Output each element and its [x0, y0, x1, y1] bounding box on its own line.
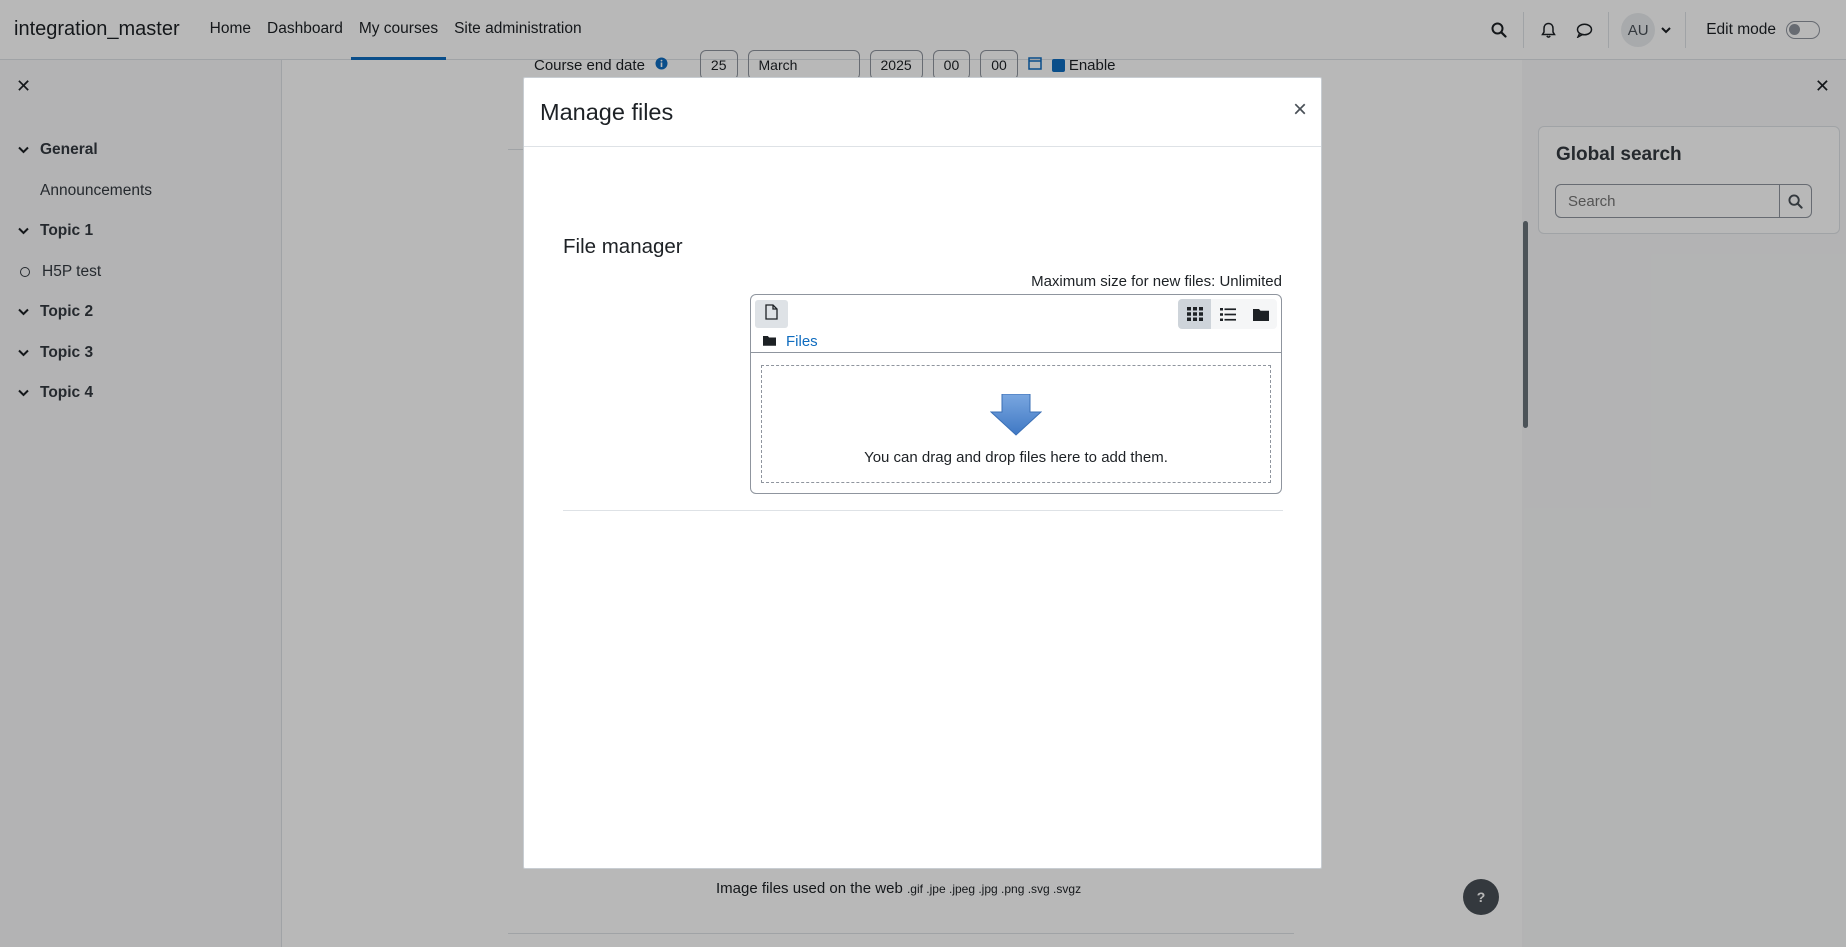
list-view-icon[interactable] — [1211, 299, 1244, 329]
max-size-note: Maximum size for new files: Unlimited — [1031, 273, 1282, 290]
folder-icon — [763, 333, 776, 350]
file-manager: Files You can drag and drop files here t… — [750, 294, 1282, 494]
modal-title: Manage files — [540, 98, 674, 125]
form-divider — [563, 510, 1283, 511]
file-icon — [765, 303, 778, 325]
modal-header: Manage files × — [524, 78, 1321, 147]
grid-view-icon[interactable] — [1178, 299, 1211, 329]
close-icon[interactable]: × — [1293, 98, 1307, 122]
drop-zone[interactable]: You can drag and drop files here to add … — [761, 365, 1271, 483]
tree-view-folder-icon[interactable] — [1244, 299, 1277, 329]
view-mode-toggle — [1178, 299, 1277, 329]
file-manager-toolbar: Files — [751, 295, 1281, 353]
path-files-link[interactable]: Files — [786, 333, 818, 350]
drop-arrow-icon — [989, 393, 1043, 441]
drop-zone-text: You can drag and drop files here to add … — [864, 449, 1168, 466]
file-manager-title: File manager — [563, 235, 683, 258]
file-path-breadcrumb: Files — [763, 333, 818, 350]
add-file-button[interactable] — [755, 300, 788, 328]
manage-files-dialog: Manage files × File manager Maximum size… — [523, 77, 1322, 869]
